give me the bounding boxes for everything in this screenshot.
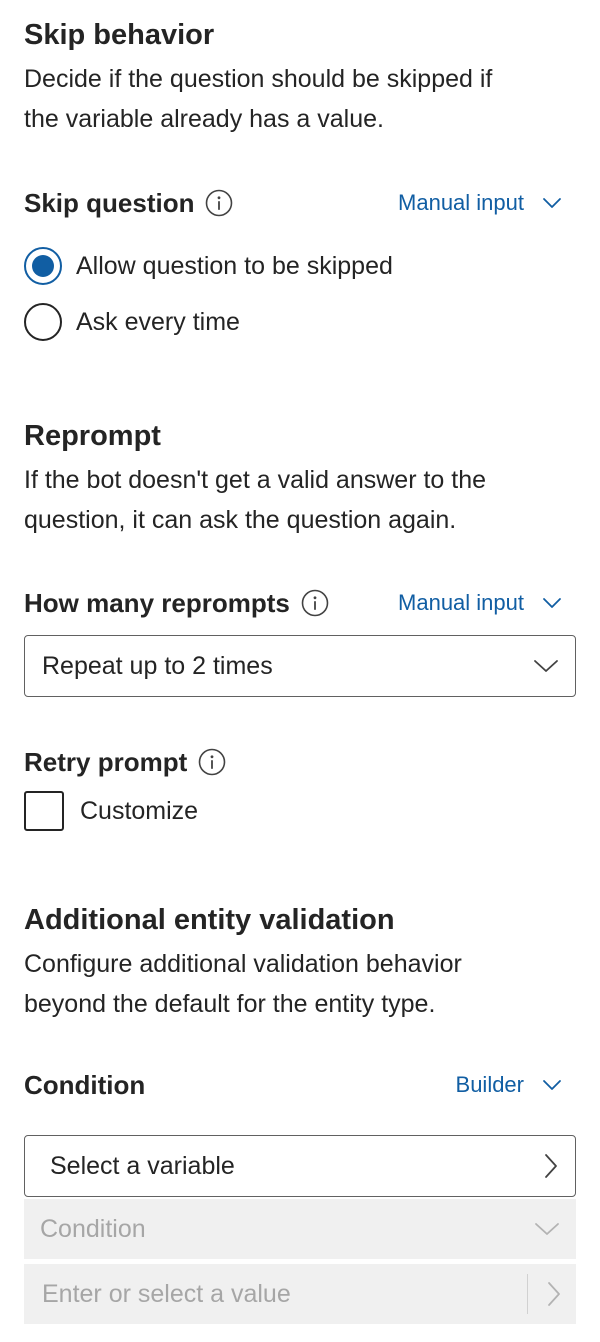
condition-label: Condition xyxy=(24,1069,146,1100)
validation-description-line-2: beyond the default for the entity type. xyxy=(24,990,436,1018)
reprompt-title: Reprompt xyxy=(24,420,161,452)
customize-checkbox[interactable] xyxy=(24,791,64,831)
retry-prompt-label: Retry prompt xyxy=(24,746,188,777)
retry-prompt-row: Retry prompt xyxy=(24,742,227,782)
skip-behavior-description: Decide if the question should be skipped… xyxy=(24,59,576,139)
skip-question-mode-switch[interactable]: Manual input xyxy=(398,190,562,216)
condition-mode-switch[interactable]: Builder xyxy=(456,1072,562,1098)
value-placeholder: Enter or select a value xyxy=(42,1279,291,1308)
condition-mode-label: Builder xyxy=(455,1072,524,1097)
skip-question-label-wrap: Skip question xyxy=(24,188,234,219)
validation-title: Additional entity validation xyxy=(24,904,395,936)
radio-button-checked[interactable] xyxy=(24,247,62,285)
skip-question-row: Skip question Manual input xyxy=(24,183,576,223)
customize-label: Customize xyxy=(80,796,199,825)
skip-behavior-description-line-1: Decide if the question should be skipped… xyxy=(24,65,493,93)
condition-row: Condition Builder xyxy=(24,1065,576,1105)
reprompt-description-line-1: If the bot doesn't get a valid answer to… xyxy=(24,466,487,494)
reprompt-section: Reprompt If the bot doesn't get a valid … xyxy=(24,418,576,540)
chevron-down-icon xyxy=(542,1079,562,1091)
value-input-actions xyxy=(527,1274,562,1314)
radio-allow-skip[interactable]: Allow question to be skipped xyxy=(24,238,576,294)
radio-ask-every-time-label: Ask every time xyxy=(76,307,240,336)
info-icon[interactable] xyxy=(300,588,330,618)
chevron-right-icon[interactable] xyxy=(546,1281,562,1307)
value-input[interactable]: Enter or select a value xyxy=(24,1264,576,1324)
customize-checkbox-row[interactable]: Customize xyxy=(24,790,198,832)
chevron-right-icon xyxy=(543,1153,559,1179)
reprompt-description-line-2: question, it can ask the question again. xyxy=(24,506,457,534)
radio-allow-skip-label: Allow question to be skipped xyxy=(76,251,393,280)
skip-behavior-title: Skip behavior xyxy=(24,19,215,51)
chevron-down-icon xyxy=(533,658,559,674)
chevron-down-icon xyxy=(542,197,562,209)
reprompts-row: How many reprompts Manual input xyxy=(24,583,576,623)
skip-question-mode-label: Manual input xyxy=(398,190,524,215)
reprompts-label-wrap: How many reprompts xyxy=(24,588,330,619)
reprompts-mode-switch[interactable]: Manual input xyxy=(398,590,562,616)
info-icon[interactable] xyxy=(204,188,234,218)
chevron-down-icon xyxy=(534,1221,560,1237)
validation-description: Configure additional validation behavior… xyxy=(24,944,576,1024)
condition-dropdown[interactable]: Condition xyxy=(24,1199,576,1259)
select-variable-field[interactable]: Select a variable xyxy=(24,1135,576,1197)
chevron-down-icon xyxy=(542,597,562,609)
radio-ask-every-time[interactable]: Ask every time xyxy=(24,294,576,350)
divider xyxy=(527,1274,528,1314)
skip-question-radio-group: Allow question to be skipped Ask every t… xyxy=(24,238,576,350)
select-variable-placeholder: Select a variable xyxy=(50,1151,235,1180)
radio-button[interactable] xyxy=(24,303,62,341)
reprompts-label: How many reprompts xyxy=(24,587,290,618)
skip-behavior-description-line-2: the variable already has a value. xyxy=(24,105,384,133)
info-icon[interactable] xyxy=(197,747,227,777)
reprompt-count-dropdown[interactable]: Repeat up to 2 times xyxy=(24,635,576,697)
skip-question-label: Skip question xyxy=(24,187,195,218)
validation-section: Additional entity validation Configure a… xyxy=(24,902,576,1024)
reprompt-description: If the bot doesn't get a valid answer to… xyxy=(24,460,576,540)
validation-description-line-1: Configure additional validation behavior xyxy=(24,950,462,978)
condition-placeholder: Condition xyxy=(40,1214,146,1243)
reprompts-mode-label: Manual input xyxy=(398,590,524,615)
reprompt-count-value: Repeat up to 2 times xyxy=(42,651,273,680)
skip-behavior-section: Skip behavior Decide if the question sho… xyxy=(24,17,576,139)
